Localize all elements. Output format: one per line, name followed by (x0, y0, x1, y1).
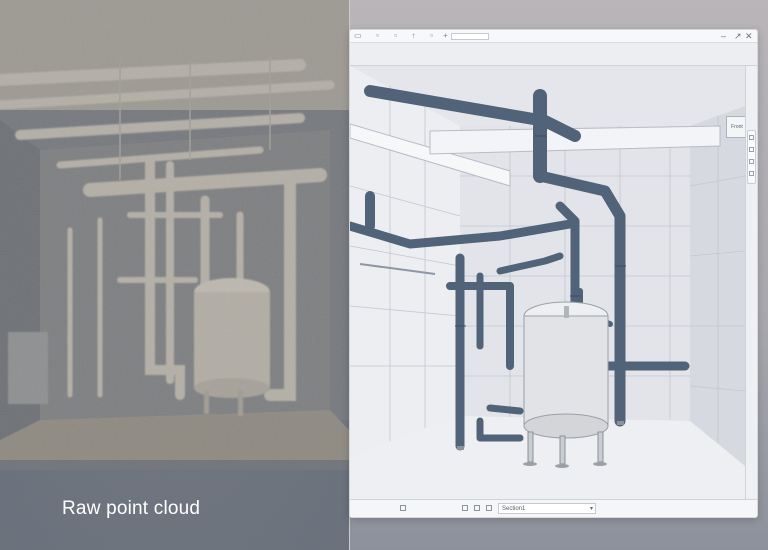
close-icon[interactable]: ✕ (745, 31, 753, 41)
open-icon[interactable]: ▫ (374, 32, 381, 40)
orbit-icon[interactable] (749, 171, 754, 176)
quick-access-toolbar: ▭ ▫ ▫ ↑ ▫ + – ↗ ✕ (350, 30, 757, 43)
save-icon[interactable]: ▫ (392, 32, 399, 40)
point-cloud-render (0, 0, 349, 550)
undo-icon[interactable]: ↑ (410, 32, 417, 40)
modeling-app-window: ▭ ▫ ▫ ↑ ▫ + – ↗ ✕ Front Section1 ▾ (349, 29, 758, 518)
minus-icon[interactable]: – (721, 31, 726, 41)
chevron-down-icon[interactable]: ▾ (590, 505, 593, 512)
toolbar-search-field[interactable] (451, 33, 489, 40)
point-cloud-panel: Raw point cloud (0, 0, 349, 550)
detail-level-icon[interactable] (462, 505, 468, 511)
expand-icon[interactable]: ↗ (734, 31, 742, 41)
scale-icon[interactable] (400, 505, 406, 511)
measure-icon[interactable]: + (442, 32, 449, 40)
navigation-bar (747, 130, 756, 184)
zoom-icon[interactable] (749, 147, 754, 152)
3d-viewport[interactable]: Front (350, 66, 745, 499)
sun-path-icon[interactable] (486, 505, 492, 511)
visual-style-icon[interactable] (474, 505, 480, 511)
view-name-field[interactable]: Section1 (498, 503, 596, 514)
app-menu-icon[interactable]: ▭ (354, 32, 362, 40)
left-panel-caption: Raw point cloud (62, 498, 201, 519)
ribbon-strip (350, 43, 757, 66)
view-cube[interactable]: Front (726, 116, 745, 138)
home-icon[interactable] (749, 135, 754, 140)
status-bar: Section1 ▾ (350, 499, 757, 517)
redo-icon[interactable]: ▫ (428, 32, 435, 40)
pan-icon[interactable] (749, 159, 754, 164)
bim-model-render (350, 66, 745, 499)
